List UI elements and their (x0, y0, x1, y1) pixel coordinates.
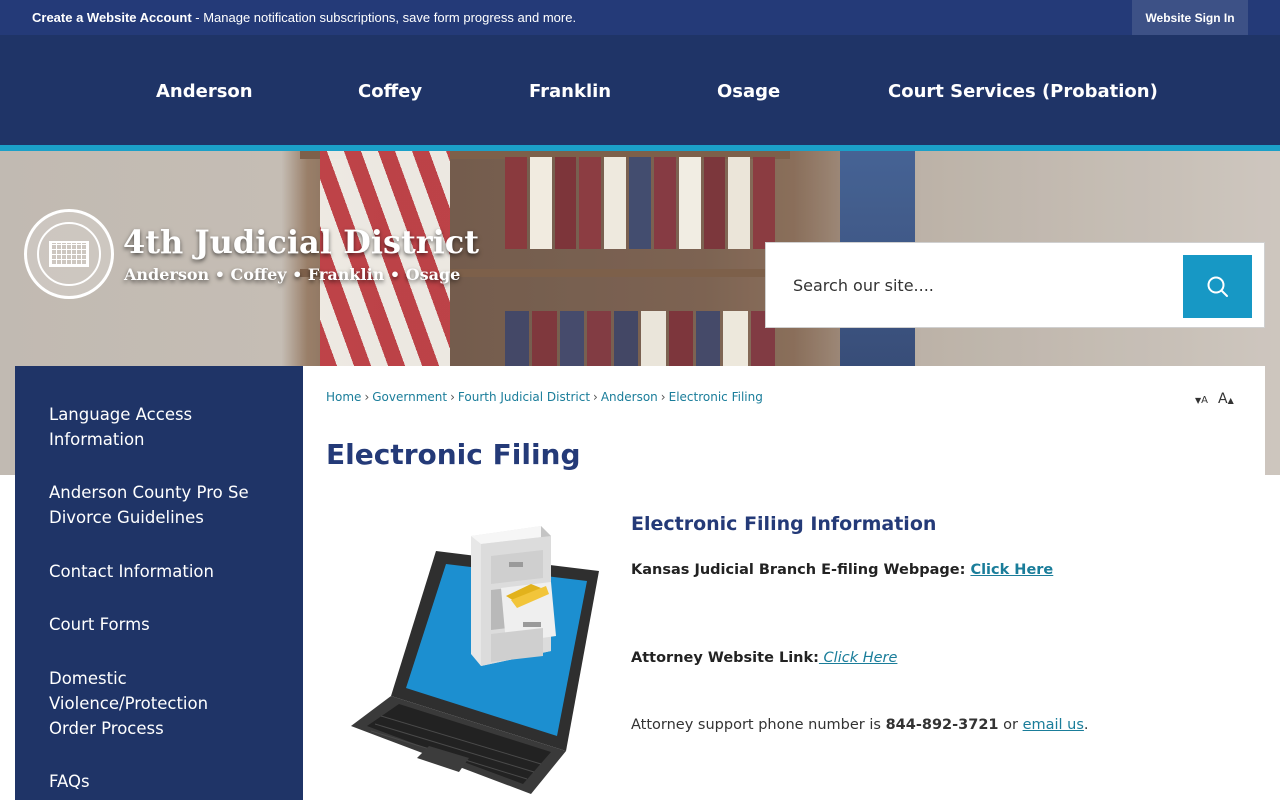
breadcrumb: Home › Government › Fourth Judicial District… (326, 390, 763, 404)
sidebar-item-language-access[interactable]: Language Access Information (49, 402, 289, 452)
attorney-label: Attorney Website Link: (631, 650, 819, 666)
increase-text-size-button[interactable]: A▲ (1218, 391, 1234, 407)
kansas-map-icon (49, 241, 89, 267)
seal-ring (37, 222, 101, 286)
nav-item-anderson[interactable]: Anderson (156, 81, 253, 102)
breadcrumb-separator: › (364, 390, 370, 404)
create-account-link[interactable]: Create a Website Account - Manage notifi… (32, 10, 576, 25)
email-us-link[interactable]: email us (1023, 717, 1084, 733)
attorney-click-here-link[interactable]: Click Here (819, 650, 898, 666)
site-title[interactable]: 4th Judicial District (123, 223, 479, 261)
nav-item-osage[interactable]: Osage (717, 81, 780, 102)
laptop-file-cabinet-image (351, 526, 599, 794)
support-phone-number: 844-892-3721 (885, 717, 999, 733)
site-subtitle: Anderson • Coffey • Franklin • Osage (124, 265, 461, 284)
breadcrumb-separator: › (660, 390, 666, 404)
breadcrumb-separator: › (450, 390, 455, 404)
website-sign-in-button[interactable]: Website Sign In (1132, 0, 1248, 35)
breadcrumb-separator: › (593, 390, 598, 404)
sidebar-item-pro-se-divorce[interactable]: Anderson County Pro Se Divorce Guideline… (49, 480, 289, 530)
efiling-click-here-link[interactable]: Click Here (970, 562, 1053, 578)
breadcrumb-fourth-judicial-district[interactable]: Fourth Judicial District (458, 390, 590, 404)
utility-bar: Create a Website Account - Manage notifi… (0, 0, 1280, 35)
section-title: Electronic Filing Information (631, 513, 937, 535)
efiling-webpage-row: Kansas Judicial Branch E-filing Webpage:… (631, 562, 1053, 578)
sidebar-navigation: Language Access Information Anderson Cou… (15, 366, 303, 800)
support-prefix: Attorney support phone number is (631, 717, 886, 733)
sidebar-item-faqs[interactable]: FAQs (49, 769, 289, 794)
sidebar-item-contact-information[interactable]: Contact Information (49, 559, 289, 584)
nav-item-coffey[interactable]: Coffey (358, 81, 422, 102)
caret-up-icon: ▲ (1227, 396, 1234, 405)
decrease-text-size-button[interactable]: ▼A (1195, 395, 1208, 406)
text-size-controls: ▼A A▲ (1195, 388, 1234, 407)
support-middle: or (998, 717, 1023, 733)
main-navigation: Anderson Coffey Franklin Osage Court Ser… (0, 35, 1280, 145)
sidebar-item-court-forms[interactable]: Court Forms (49, 612, 289, 637)
search-icon (1207, 276, 1228, 297)
sidebar-item-domestic-violence[interactable]: Domestic Violence/Protection Order Proce… (49, 666, 239, 741)
support-suffix: . (1083, 717, 1089, 733)
breadcrumb-home[interactable]: Home (326, 390, 361, 404)
district-seal-logo[interactable] (24, 209, 114, 299)
attorney-support-row: Attorney support phone number is 844-892… (631, 717, 1089, 733)
breadcrumb-anderson[interactable]: Anderson (601, 390, 658, 404)
efiling-label: Kansas Judicial Branch E-filing Webpage: (631, 562, 971, 578)
breadcrumb-government[interactable]: Government (372, 390, 447, 404)
nav-item-court-services[interactable]: Court Services (Probation) (888, 81, 1158, 102)
breadcrumb-electronic-filing[interactable]: Electronic Filing (669, 390, 763, 404)
search-input[interactable] (773, 253, 1183, 317)
search-button[interactable] (1183, 255, 1252, 318)
nav-item-franklin[interactable]: Franklin (529, 81, 611, 102)
main-content: Home › Government › Fourth Judicial District… (303, 366, 1265, 800)
page-title: Electronic Filing (326, 438, 581, 471)
attorney-website-row: Attorney Website Link: Click Here (631, 650, 897, 666)
